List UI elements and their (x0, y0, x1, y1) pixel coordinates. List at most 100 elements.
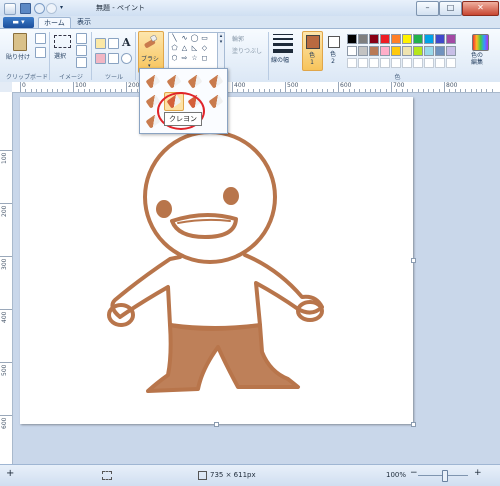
palette-swatch[interactable] (413, 34, 423, 44)
custom-color-slot[interactable] (369, 58, 379, 68)
copy-icon[interactable] (35, 47, 46, 58)
calligraphy-brush-1-option[interactable] (164, 72, 184, 91)
magnifier-icon[interactable] (121, 53, 132, 64)
ruler-minor-tick (104, 89, 106, 92)
color-palette (347, 34, 459, 68)
edit-colors-button[interactable]: 色の 編集 (465, 32, 495, 72)
resize-handle-corner[interactable] (411, 422, 416, 427)
crop-icon[interactable] (76, 33, 87, 44)
calligraphy-brush-2-option[interactable] (185, 72, 205, 91)
palette-swatch[interactable] (358, 46, 368, 56)
brushes-button[interactable]: ブラシ ▾ (138, 31, 164, 73)
curve-shape-icon[interactable]: ∿ (180, 34, 189, 42)
fill-icon[interactable] (108, 38, 119, 49)
drawing-canvas[interactable] (20, 97, 413, 424)
star-shape-icon[interactable]: ☆ (190, 54, 199, 62)
color1-button[interactable]: 色 1 (302, 31, 323, 71)
line-shape-icon[interactable]: ╲ (170, 34, 179, 42)
ruler-minor-tick (369, 89, 371, 92)
paint-menu-button[interactable]: ▬ ▾ (3, 17, 34, 28)
right-triangle-shape-icon[interactable]: ◺ (190, 44, 199, 52)
mouth (170, 212, 238, 239)
ruler-minor-tick (62, 89, 64, 92)
palette-swatch[interactable] (446, 46, 456, 56)
custom-color-slot[interactable] (347, 58, 357, 68)
outline-label[interactable]: 輪郭 (232, 34, 244, 43)
palette-swatch[interactable] (435, 34, 445, 44)
rect-shape-icon[interactable]: ▭ (200, 34, 209, 42)
resize-icon[interactable] (76, 45, 87, 56)
shapes-scrollbar[interactable]: ▴ ▾ (217, 32, 225, 70)
tab-view[interactable]: 表示 (72, 17, 96, 28)
horizontal-ruler: 0100200300400500600700800 (12, 82, 500, 93)
palette-swatch[interactable] (391, 46, 401, 56)
palette-swatch[interactable] (358, 34, 368, 44)
ruler-tick (0, 256, 12, 257)
polygon-shape-icon[interactable]: ⬠ (170, 44, 179, 52)
eraser-icon[interactable] (95, 53, 106, 64)
color-picker-icon[interactable] (108, 53, 119, 64)
callout-shape-icon[interactable]: ◻ (200, 54, 209, 62)
ruler-minor-tick (57, 89, 59, 92)
custom-color-slot[interactable] (358, 58, 368, 68)
brush-option[interactable] (143, 72, 163, 91)
custom-color-slot[interactable] (380, 58, 390, 68)
line-width-button[interactable]: 線の幅 (270, 31, 297, 71)
airbrush-option[interactable] (206, 72, 226, 91)
palette-swatch[interactable] (347, 46, 357, 56)
rotate-icon[interactable] (76, 57, 87, 68)
maximize-button[interactable]: □ (439, 1, 462, 16)
zoom-slider-thumb[interactable] (442, 470, 448, 482)
cut-icon[interactable] (35, 33, 46, 44)
palette-swatch[interactable] (402, 46, 412, 56)
custom-color-slot[interactable] (424, 58, 434, 68)
zoom-out-button[interactable]: − (410, 468, 418, 478)
palette-swatch[interactable] (369, 34, 379, 44)
palette-swatch[interactable] (380, 46, 390, 56)
redo-icon[interactable] (46, 3, 57, 14)
palette-swatch[interactable] (380, 34, 390, 44)
save-icon[interactable] (20, 3, 31, 14)
palette-swatch[interactable] (424, 34, 434, 44)
ruler-minor-tick (258, 89, 260, 92)
custom-color-slot[interactable] (391, 58, 401, 68)
natural-pencil-option[interactable] (206, 92, 226, 111)
triangle-shape-icon[interactable]: △ (180, 44, 189, 52)
ruler-label: 600 (1, 417, 8, 429)
palette-swatch[interactable] (435, 46, 445, 56)
resize-handle-right[interactable] (411, 258, 416, 263)
custom-color-slot[interactable] (446, 58, 456, 68)
custom-color-slot[interactable] (413, 58, 423, 68)
minimize-button[interactable]: – (416, 1, 439, 16)
color2-button[interactable]: 色 2 (326, 31, 342, 69)
pencil-icon[interactable] (95, 38, 106, 49)
hexagon-shape-icon[interactable]: ⬡ (170, 54, 179, 62)
palette-swatch[interactable] (369, 46, 379, 56)
paste-button[interactable]: 貼り付け (5, 31, 33, 69)
undo-icon[interactable] (34, 3, 45, 14)
ruler-label: 300 (1, 258, 8, 270)
arrow-shape-icon[interactable]: ⇨ (180, 54, 189, 62)
zoom-in-button[interactable]: + (474, 468, 482, 478)
ruler-minor-tick (269, 89, 271, 92)
palette-swatch[interactable] (446, 34, 456, 44)
custom-color-slot[interactable] (435, 58, 445, 68)
select-button[interactable]: 選択 (52, 33, 72, 69)
close-button[interactable]: ✕ (462, 1, 499, 16)
text-icon[interactable]: A (122, 36, 131, 49)
ruler-minor-tick (322, 89, 324, 92)
palette-swatch[interactable] (413, 46, 423, 56)
qat-dropdown-icon[interactable]: ▾ (60, 3, 66, 12)
palette-swatch[interactable] (402, 34, 412, 44)
diamond-shape-icon[interactable]: ◇ (200, 44, 209, 52)
ruler-minor-tick (422, 89, 424, 92)
palette-swatch[interactable] (424, 46, 434, 56)
resize-handle-bottom[interactable] (214, 422, 219, 427)
fill-label[interactable]: 塗りつぶし (232, 46, 262, 55)
palette-swatch[interactable] (391, 34, 401, 44)
palette-swatch[interactable] (347, 34, 357, 44)
oval-shape-icon[interactable]: ◯ (190, 34, 199, 42)
app-icon[interactable] (4, 3, 16, 15)
custom-color-slot[interactable] (402, 58, 412, 68)
ruler-label: 400 (1, 311, 8, 323)
